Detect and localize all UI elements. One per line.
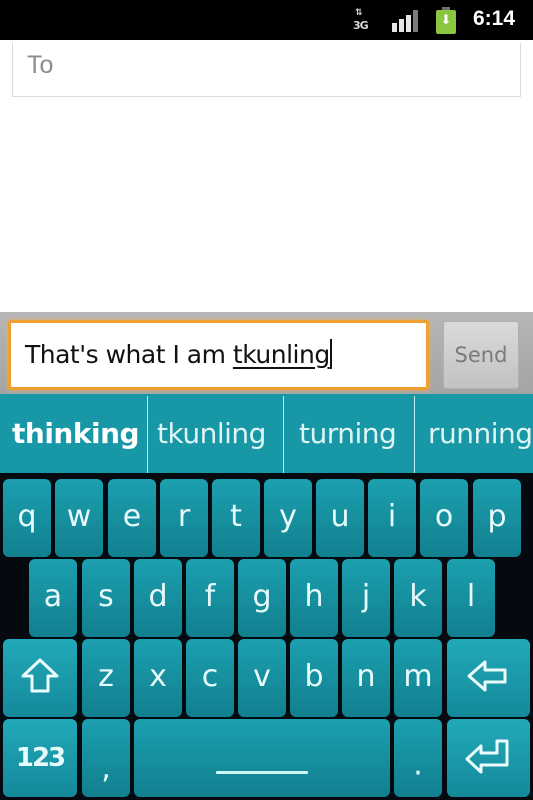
key-label: , (101, 751, 111, 786)
key-a[interactable]: a (29, 559, 77, 637)
clock-time: 6:14 (473, 7, 516, 30)
key-p[interactable]: p (473, 479, 521, 557)
key-label: w (66, 499, 92, 535)
message-compose-screen: To (0, 40, 533, 312)
backspace-key[interactable] (447, 639, 530, 717)
key-label: x (149, 659, 167, 695)
key-label: k (409, 579, 427, 615)
suggestion-item[interactable]: running (428, 394, 533, 473)
key-label: g (252, 579, 272, 615)
message-input[interactable]: That's what I am tkunling (8, 320, 429, 390)
space-key[interactable] (134, 719, 390, 797)
key-q[interactable]: q (3, 479, 51, 557)
key-label: r (177, 499, 191, 535)
message-committed-text: That's what I am (25, 340, 233, 369)
key-label: v (253, 659, 271, 695)
shift-arrow-icon (3, 656, 77, 700)
recipient-to-field[interactable]: To (12, 43, 521, 97)
backspace-arrow-icon (447, 656, 530, 700)
key-label: e (122, 499, 142, 535)
key-c[interactable]: c (186, 639, 234, 717)
enter-return-icon (447, 736, 530, 780)
network-3g-icon: ⇅ 3G (352, 8, 374, 32)
key-label: . (413, 747, 423, 783)
text-caret (329, 339, 332, 369)
key-t[interactable]: t (212, 479, 260, 557)
suggestion-divider (283, 396, 284, 473)
shift-key[interactable] (3, 639, 77, 717)
suggestion-item[interactable]: tkunling (157, 394, 266, 473)
space-bar-icon (216, 771, 308, 775)
period-key[interactable]: . (394, 719, 442, 797)
key-label: q (17, 499, 37, 535)
key-x[interactable]: x (134, 639, 182, 717)
key-label: c (201, 659, 219, 695)
key-l[interactable]: l (447, 559, 495, 637)
key-n[interactable]: n (342, 639, 390, 717)
symbols-label: 123 (15, 743, 66, 773)
key-label: m (403, 659, 433, 695)
key-y[interactable]: y (264, 479, 312, 557)
key-label: o (434, 499, 454, 535)
suggestion-strip: thinking tkunling turning running (0, 394, 533, 473)
suggestion-item[interactable]: thinking (12, 394, 140, 473)
enter-key[interactable] (447, 719, 530, 797)
key-label: y (279, 499, 297, 535)
key-o[interactable]: o (420, 479, 468, 557)
key-f[interactable]: f (186, 559, 234, 637)
composing-word: tkunling (232, 340, 330, 369)
message-text: That's what I am tkunling (25, 339, 332, 369)
key-label: a (43, 579, 63, 615)
signal-bars-icon (392, 10, 418, 32)
key-b[interactable]: b (290, 639, 338, 717)
key-d[interactable]: d (134, 559, 182, 637)
key-label: j (361, 579, 371, 615)
key-r[interactable]: r (160, 479, 208, 557)
key-label: n (356, 659, 376, 695)
key-s[interactable]: s (82, 559, 130, 637)
key-w[interactable]: w (55, 479, 103, 557)
key-v[interactable]: v (238, 639, 286, 717)
key-label: p (487, 499, 507, 535)
key-label: u (330, 499, 350, 535)
key-label: t (230, 499, 242, 535)
key-label: f (204, 579, 216, 615)
key-label: z (98, 659, 114, 695)
symbols-key[interactable]: 123 (3, 719, 77, 797)
key-label: i (387, 499, 397, 535)
suggestion-item[interactable]: turning (299, 394, 397, 473)
key-z[interactable]: z (82, 639, 130, 717)
recipient-placeholder: To (27, 51, 54, 79)
status-bar: ⇅ 3G ⬇ 6:14 (0, 0, 533, 40)
network-type-label: 3G (353, 19, 369, 32)
key-u[interactable]: u (316, 479, 364, 557)
key-i[interactable]: i (368, 479, 416, 557)
key-label: s (98, 579, 114, 615)
key-label: l (466, 579, 476, 615)
key-label: b (304, 659, 324, 695)
data-activity-arrows-icon: ⇅ (355, 8, 362, 18)
key-e[interactable]: e (108, 479, 156, 557)
suggestion-divider (147, 396, 148, 473)
key-label: d (148, 579, 168, 615)
key-k[interactable]: k (394, 559, 442, 637)
send-button[interactable]: Send (443, 321, 519, 389)
comma-key[interactable]: , (82, 719, 130, 797)
key-g[interactable]: g (238, 559, 286, 637)
key-j[interactable]: j (342, 559, 390, 637)
key-label: h (304, 579, 324, 615)
key-h[interactable]: h (290, 559, 338, 637)
key-m[interactable]: m (394, 639, 442, 717)
soft-keyboard: q w e r t y u i o p a s d f g h j k l z … (0, 473, 533, 800)
compose-bar: That's what I am tkunling Send (0, 312, 533, 394)
suggestion-divider (414, 396, 415, 473)
battery-charging-icon: ⬇ (436, 7, 456, 34)
